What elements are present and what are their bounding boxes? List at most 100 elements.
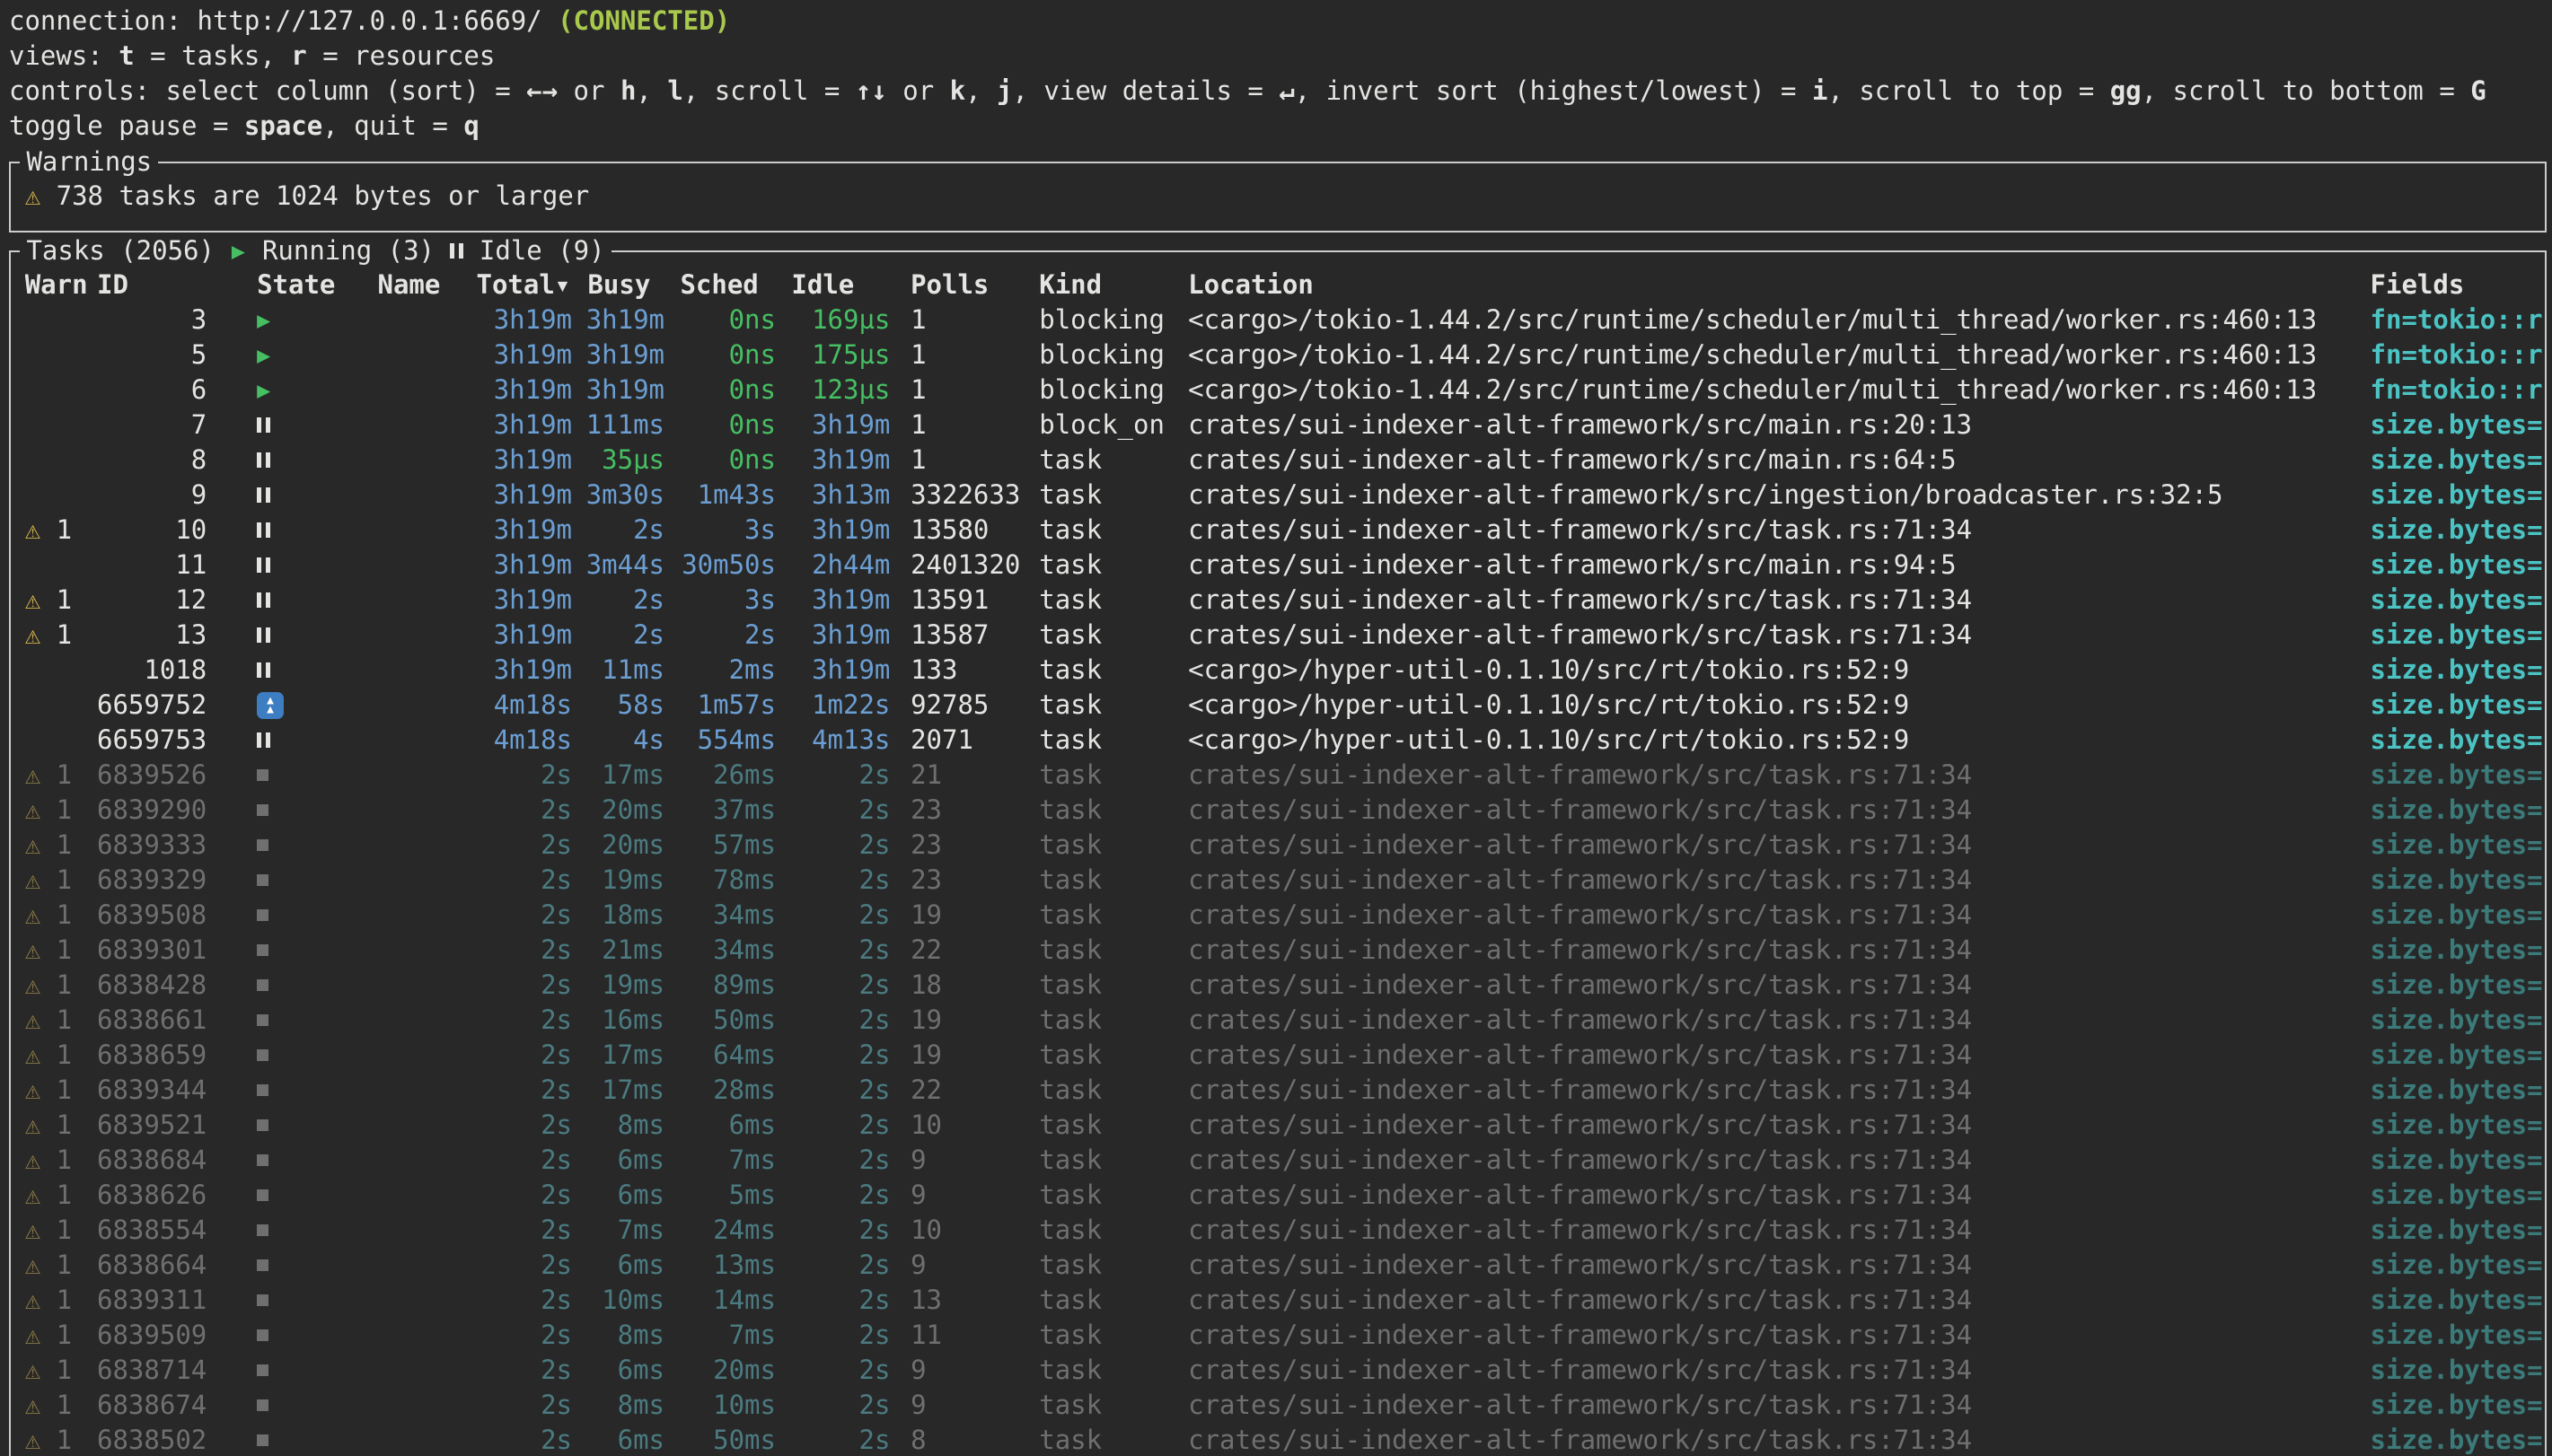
busy-cell: 19ms (572, 863, 664, 898)
task-row[interactable]: ⚠ 168393292s19ms78ms2s23taskcrates/sui-i… (11, 863, 2545, 898)
column-header-kind[interactable]: Kind (1020, 268, 1171, 303)
id-cell: 6838428 (97, 968, 207, 1003)
total-cell: 2s (477, 1108, 573, 1143)
task-row[interactable]: 3▶3h19m3h19m0ns169µs1blocking<cargo>/tok… (11, 303, 2545, 338)
name-cell (378, 408, 477, 443)
column-header-busy[interactable]: Busy (572, 268, 664, 303)
task-row[interactable]: ⚠ 168386262s6ms5ms2s9taskcrates/sui-inde… (11, 1178, 2545, 1213)
idle-cell: 3h19m (776, 583, 890, 618)
name-cell (378, 828, 477, 863)
task-row[interactable]: ⚠ 168395092s8ms7ms2s11taskcrates/sui-ind… (11, 1318, 2545, 1353)
task-row[interactable]: 73h19m111ms0ns3h19m1block_oncrates/sui-i… (11, 408, 2545, 443)
warn-cell (25, 478, 97, 513)
table-header-row: WarnIDStateNameTotal▾BusySchedIdlePollsK… (11, 268, 2545, 303)
state-cell (207, 1353, 377, 1388)
task-row[interactable]: 66597534m18s4s554ms4m13s2071task<cargo>/… (11, 723, 2545, 758)
task-row[interactable]: 6▶3h19m3h19m0ns123µs1blocking<cargo>/tok… (11, 373, 2545, 408)
task-row[interactable]: ⚠ 1103h19m2s3s3h19m13580taskcrates/sui-i… (11, 513, 2545, 548)
busy-cell: 17ms (572, 1073, 664, 1108)
task-row[interactable]: ⚠ 168385542s7ms24ms2s10taskcrates/sui-in… (11, 1213, 2545, 1248)
kind-cell: task (1020, 933, 1171, 968)
task-row[interactable]: ⚠ 168395082s18ms34ms2s19taskcrates/sui-i… (11, 898, 2545, 933)
busy-cell: 4s (572, 723, 664, 758)
fields-cell: size.bytes= (2363, 1423, 2545, 1456)
name-cell (378, 1003, 477, 1038)
task-row[interactable]: ⚠ 1133h19m2s2s3h19m13587taskcrates/sui-i… (11, 618, 2545, 653)
fields-cell: size.bytes= (2363, 1108, 2545, 1143)
column-header-name[interactable]: Name (378, 268, 477, 303)
name-cell (378, 1178, 477, 1213)
total-cell: 2s (477, 1423, 573, 1456)
task-row[interactable]: 10183h19m11ms2ms3h19m133task<cargo>/hype… (11, 653, 2545, 688)
total-cell: 4m18s (477, 688, 573, 723)
task-row[interactable]: ⚠ 168395262s17ms26ms2s21taskcrates/sui-i… (11, 758, 2545, 793)
kind-cell: blocking (1020, 373, 1171, 408)
column-header-id[interactable]: ID (97, 268, 207, 303)
warn-cell: ⚠ 1 (25, 1388, 97, 1423)
task-row[interactable]: ⚠ 168386642s6ms13ms2s9taskcrates/sui-ind… (11, 1248, 2545, 1283)
task-row[interactable]: 6659752▲▲4m18s58s1m57s1m22s92785task<car… (11, 688, 2545, 723)
task-row[interactable]: ⚠ 168393332s20ms57ms2s23taskcrates/sui-i… (11, 828, 2545, 863)
sched-cell: 78ms (664, 863, 776, 898)
task-row[interactable]: ⚠ 168386842s6ms7ms2s9taskcrates/sui-inde… (11, 1143, 2545, 1178)
id-cell: 6838661 (97, 1003, 207, 1038)
toggle-help-line: toggle pause = space, quit = q (9, 109, 2552, 144)
busy-cell: 2s (572, 618, 664, 653)
task-row[interactable]: ⚠ 168387142s6ms20ms2s9taskcrates/sui-ind… (11, 1353, 2545, 1388)
task-row[interactable]: ⚠ 168393112s10ms14ms2s13taskcrates/sui-i… (11, 1283, 2545, 1318)
name-cell (378, 513, 477, 548)
task-row[interactable]: ⚠ 168386742s8ms10ms2s9taskcrates/sui-ind… (11, 1388, 2545, 1423)
column-header-warn[interactable]: Warn (25, 268, 97, 303)
name-cell (378, 758, 477, 793)
task-row[interactable]: 113h19m3m44s30m50s2h44m2401320taskcrates… (11, 548, 2545, 583)
task-row[interactable]: ⚠ 168392902s20ms37ms2s23taskcrates/sui-i… (11, 793, 2545, 828)
location-cell: crates/sui-indexer-alt-framework/src/mai… (1171, 408, 2363, 443)
kind-cell: task (1020, 898, 1171, 933)
name-cell (378, 1283, 477, 1318)
task-row[interactable]: 93h19m3m30s1m43s3h13m3322633taskcrates/s… (11, 478, 2545, 513)
sched-cell: 57ms (664, 828, 776, 863)
location-cell: crates/sui-indexer-alt-framework/src/tas… (1171, 793, 2363, 828)
sched-cell: 13ms (664, 1248, 776, 1283)
state-cell (207, 1178, 377, 1213)
column-header-polls[interactable]: Polls (890, 268, 1020, 303)
task-row[interactable]: 5▶3h19m3h19m0ns175µs1blocking<cargo>/tok… (11, 338, 2545, 373)
completed-icon (257, 979, 268, 991)
name-cell (378, 618, 477, 653)
column-header-fields[interactable]: Fields (2363, 268, 2545, 303)
fields-cell: fn=tokio::r (2363, 338, 2545, 373)
column-header-location[interactable]: Location (1171, 268, 2363, 303)
polls-cell: 9 (890, 1248, 1020, 1283)
busy-cell: 2s (572, 513, 664, 548)
sched-cell: 7ms (664, 1318, 776, 1353)
total-cell: 3h19m (477, 408, 573, 443)
location-cell: <cargo>/hyper-util-0.1.10/src/rt/tokio.r… (1171, 653, 2363, 688)
tasks-panel-title: Tasks (2056) ▶ Running (3) Idle (9) (20, 233, 611, 268)
column-header-total[interactable]: Total▾ (477, 268, 573, 303)
sched-cell: 20ms (664, 1353, 776, 1388)
task-row[interactable]: ⚠ 168393012s21ms34ms2s22taskcrates/sui-i… (11, 933, 2545, 968)
id-cell: 6838554 (97, 1213, 207, 1248)
completed-icon (257, 1224, 268, 1236)
location-cell: <cargo>/hyper-util-0.1.10/src/rt/tokio.r… (1171, 688, 2363, 723)
polls-cell: 1 (890, 338, 1020, 373)
warn-cell (25, 548, 97, 583)
task-row[interactable]: ⚠ 168386592s17ms64ms2s19taskcrates/sui-i… (11, 1038, 2545, 1073)
column-header-state[interactable]: State (207, 268, 377, 303)
location-cell: crates/sui-indexer-alt-framework/src/tas… (1171, 758, 2363, 793)
task-row[interactable]: ⚠ 168393442s17ms28ms2s22taskcrates/sui-i… (11, 1073, 2545, 1108)
task-row[interactable]: ⚠ 168395212s8ms6ms2s10taskcrates/sui-ind… (11, 1108, 2545, 1143)
task-row[interactable]: 83h19m35µs0ns3h19m1taskcrates/sui-indexe… (11, 443, 2545, 478)
task-row[interactable]: ⚠ 168386612s16ms50ms2s19taskcrates/sui-i… (11, 1003, 2545, 1038)
state-cell: ▶ (207, 338, 377, 373)
fields-cell: size.bytes= (2363, 1248, 2545, 1283)
column-header-sched[interactable]: Sched (664, 268, 776, 303)
warn-cell (25, 373, 97, 408)
task-row[interactable]: ⚠ 168384282s19ms89ms2s18taskcrates/sui-i… (11, 968, 2545, 1003)
column-header-idle[interactable]: Idle (776, 268, 890, 303)
warning-icon: ⚠ (25, 1180, 40, 1210)
task-row[interactable]: ⚠ 168385022s6ms50ms2s8taskcrates/sui-ind… (11, 1423, 2545, 1456)
state-cell (207, 1318, 377, 1353)
task-row[interactable]: ⚠ 1123h19m2s3s3h19m13591taskcrates/sui-i… (11, 583, 2545, 618)
id-cell: 6839333 (97, 828, 207, 863)
